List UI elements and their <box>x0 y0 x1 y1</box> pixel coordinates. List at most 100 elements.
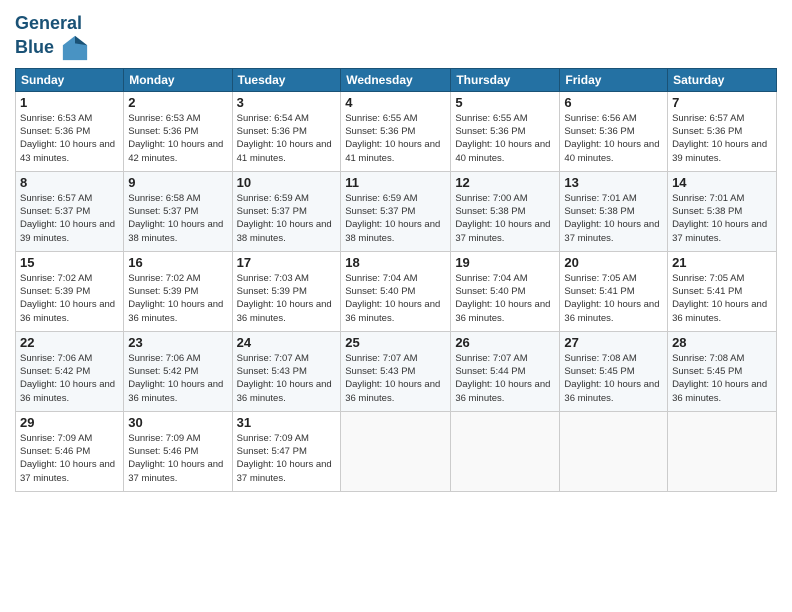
day-cell: 9 Sunrise: 6:58 AM Sunset: 5:37 PM Dayli… <box>124 171 232 251</box>
day-info: Sunrise: 6:55 AM Sunset: 5:36 PM Dayligh… <box>455 112 555 165</box>
day-number: 13 <box>564 175 663 190</box>
calendar-table: SundayMondayTuesdayWednesdayThursdayFrid… <box>15 68 777 492</box>
day-number: 24 <box>237 335 337 350</box>
day-number: 8 <box>20 175 119 190</box>
day-info: Sunrise: 6:57 AM Sunset: 5:37 PM Dayligh… <box>20 192 119 245</box>
week-row-2: 8 Sunrise: 6:57 AM Sunset: 5:37 PM Dayli… <box>16 171 777 251</box>
day-info: Sunrise: 7:09 AM Sunset: 5:47 PM Dayligh… <box>237 432 337 485</box>
day-cell: 30 Sunrise: 7:09 AM Sunset: 5:46 PM Dayl… <box>124 411 232 491</box>
day-number: 10 <box>237 175 337 190</box>
weekday-sunday: Sunday <box>16 68 124 91</box>
day-cell: 16 Sunrise: 7:02 AM Sunset: 5:39 PM Dayl… <box>124 251 232 331</box>
day-info: Sunrise: 7:08 AM Sunset: 5:45 PM Dayligh… <box>564 352 663 405</box>
day-number: 5 <box>455 95 555 110</box>
day-number: 3 <box>237 95 337 110</box>
weekday-monday: Monday <box>124 68 232 91</box>
day-cell: 18 Sunrise: 7:04 AM Sunset: 5:40 PM Dayl… <box>341 251 451 331</box>
day-info: Sunrise: 7:07 AM Sunset: 5:44 PM Dayligh… <box>455 352 555 405</box>
weekday-header-row: SundayMondayTuesdayWednesdayThursdayFrid… <box>16 68 777 91</box>
day-cell: 26 Sunrise: 7:07 AM Sunset: 5:44 PM Dayl… <box>451 331 560 411</box>
day-number: 29 <box>20 415 119 430</box>
day-cell: 22 Sunrise: 7:06 AM Sunset: 5:42 PM Dayl… <box>16 331 124 411</box>
day-info: Sunrise: 7:07 AM Sunset: 5:43 PM Dayligh… <box>345 352 446 405</box>
day-number: 1 <box>20 95 119 110</box>
day-number: 12 <box>455 175 555 190</box>
day-info: Sunrise: 7:05 AM Sunset: 5:41 PM Dayligh… <box>564 272 663 325</box>
calendar-body: 1 Sunrise: 6:53 AM Sunset: 5:36 PM Dayli… <box>16 91 777 491</box>
day-cell: 27 Sunrise: 7:08 AM Sunset: 5:45 PM Dayl… <box>560 331 668 411</box>
day-number: 20 <box>564 255 663 270</box>
day-cell: 3 Sunrise: 6:54 AM Sunset: 5:36 PM Dayli… <box>232 91 341 171</box>
day-info: Sunrise: 6:53 AM Sunset: 5:36 PM Dayligh… <box>128 112 227 165</box>
day-cell <box>668 411 777 491</box>
day-info: Sunrise: 7:02 AM Sunset: 5:39 PM Dayligh… <box>128 272 227 325</box>
day-cell: 12 Sunrise: 7:00 AM Sunset: 5:38 PM Dayl… <box>451 171 560 251</box>
day-info: Sunrise: 7:05 AM Sunset: 5:41 PM Dayligh… <box>672 272 772 325</box>
day-number: 4 <box>345 95 446 110</box>
day-info: Sunrise: 7:01 AM Sunset: 5:38 PM Dayligh… <box>564 192 663 245</box>
day-cell: 6 Sunrise: 6:56 AM Sunset: 5:36 PM Dayli… <box>560 91 668 171</box>
day-info: Sunrise: 7:07 AM Sunset: 5:43 PM Dayligh… <box>237 352 337 405</box>
day-info: Sunrise: 7:04 AM Sunset: 5:40 PM Dayligh… <box>455 272 555 325</box>
day-number: 21 <box>672 255 772 270</box>
day-number: 15 <box>20 255 119 270</box>
day-number: 9 <box>128 175 227 190</box>
day-cell: 15 Sunrise: 7:02 AM Sunset: 5:39 PM Dayl… <box>16 251 124 331</box>
day-info: Sunrise: 6:56 AM Sunset: 5:36 PM Dayligh… <box>564 112 663 165</box>
logo-blue: Blue <box>15 37 54 57</box>
day-number: 23 <box>128 335 227 350</box>
week-row-5: 29 Sunrise: 7:09 AM Sunset: 5:46 PM Dayl… <box>16 411 777 491</box>
day-cell <box>451 411 560 491</box>
day-info: Sunrise: 6:58 AM Sunset: 5:37 PM Dayligh… <box>128 192 227 245</box>
logo: General Blue <box>15 14 89 62</box>
day-number: 26 <box>455 335 555 350</box>
day-info: Sunrise: 7:00 AM Sunset: 5:38 PM Dayligh… <box>455 192 555 245</box>
day-number: 7 <box>672 95 772 110</box>
day-number: 19 <box>455 255 555 270</box>
day-info: Sunrise: 7:03 AM Sunset: 5:39 PM Dayligh… <box>237 272 337 325</box>
day-cell <box>560 411 668 491</box>
day-cell: 8 Sunrise: 6:57 AM Sunset: 5:37 PM Dayli… <box>16 171 124 251</box>
weekday-wednesday: Wednesday <box>341 68 451 91</box>
day-number: 6 <box>564 95 663 110</box>
day-info: Sunrise: 7:01 AM Sunset: 5:38 PM Dayligh… <box>672 192 772 245</box>
day-cell: 17 Sunrise: 7:03 AM Sunset: 5:39 PM Dayl… <box>232 251 341 331</box>
day-cell: 10 Sunrise: 6:59 AM Sunset: 5:37 PM Dayl… <box>232 171 341 251</box>
day-number: 28 <box>672 335 772 350</box>
day-info: Sunrise: 6:53 AM Sunset: 5:36 PM Dayligh… <box>20 112 119 165</box>
day-cell: 31 Sunrise: 7:09 AM Sunset: 5:47 PM Dayl… <box>232 411 341 491</box>
weekday-saturday: Saturday <box>668 68 777 91</box>
week-row-1: 1 Sunrise: 6:53 AM Sunset: 5:36 PM Dayli… <box>16 91 777 171</box>
day-number: 2 <box>128 95 227 110</box>
day-cell: 11 Sunrise: 6:59 AM Sunset: 5:37 PM Dayl… <box>341 171 451 251</box>
day-info: Sunrise: 7:04 AM Sunset: 5:40 PM Dayligh… <box>345 272 446 325</box>
logo-icon <box>61 34 89 62</box>
day-number: 17 <box>237 255 337 270</box>
day-cell: 19 Sunrise: 7:04 AM Sunset: 5:40 PM Dayl… <box>451 251 560 331</box>
weekday-thursday: Thursday <box>451 68 560 91</box>
day-info: Sunrise: 6:59 AM Sunset: 5:37 PM Dayligh… <box>237 192 337 245</box>
day-cell: 13 Sunrise: 7:01 AM Sunset: 5:38 PM Dayl… <box>560 171 668 251</box>
header: General Blue <box>15 10 777 62</box>
day-cell: 21 Sunrise: 7:05 AM Sunset: 5:41 PM Dayl… <box>668 251 777 331</box>
logo-general: General <box>15 13 82 33</box>
day-info: Sunrise: 7:06 AM Sunset: 5:42 PM Dayligh… <box>20 352 119 405</box>
page: General Blue SundayMondayTuesdayWednesda… <box>0 0 792 612</box>
day-cell: 14 Sunrise: 7:01 AM Sunset: 5:38 PM Dayl… <box>668 171 777 251</box>
day-number: 30 <box>128 415 227 430</box>
day-cell: 2 Sunrise: 6:53 AM Sunset: 5:36 PM Dayli… <box>124 91 232 171</box>
day-info: Sunrise: 7:09 AM Sunset: 5:46 PM Dayligh… <box>20 432 119 485</box>
day-cell: 4 Sunrise: 6:55 AM Sunset: 5:36 PM Dayli… <box>341 91 451 171</box>
week-row-3: 15 Sunrise: 7:02 AM Sunset: 5:39 PM Dayl… <box>16 251 777 331</box>
day-info: Sunrise: 7:08 AM Sunset: 5:45 PM Dayligh… <box>672 352 772 405</box>
weekday-friday: Friday <box>560 68 668 91</box>
day-cell: 7 Sunrise: 6:57 AM Sunset: 5:36 PM Dayli… <box>668 91 777 171</box>
day-info: Sunrise: 6:57 AM Sunset: 5:36 PM Dayligh… <box>672 112 772 165</box>
day-cell: 29 Sunrise: 7:09 AM Sunset: 5:46 PM Dayl… <box>16 411 124 491</box>
day-number: 16 <box>128 255 227 270</box>
day-cell: 20 Sunrise: 7:05 AM Sunset: 5:41 PM Dayl… <box>560 251 668 331</box>
week-row-4: 22 Sunrise: 7:06 AM Sunset: 5:42 PM Dayl… <box>16 331 777 411</box>
day-number: 27 <box>564 335 663 350</box>
day-number: 11 <box>345 175 446 190</box>
day-cell <box>341 411 451 491</box>
